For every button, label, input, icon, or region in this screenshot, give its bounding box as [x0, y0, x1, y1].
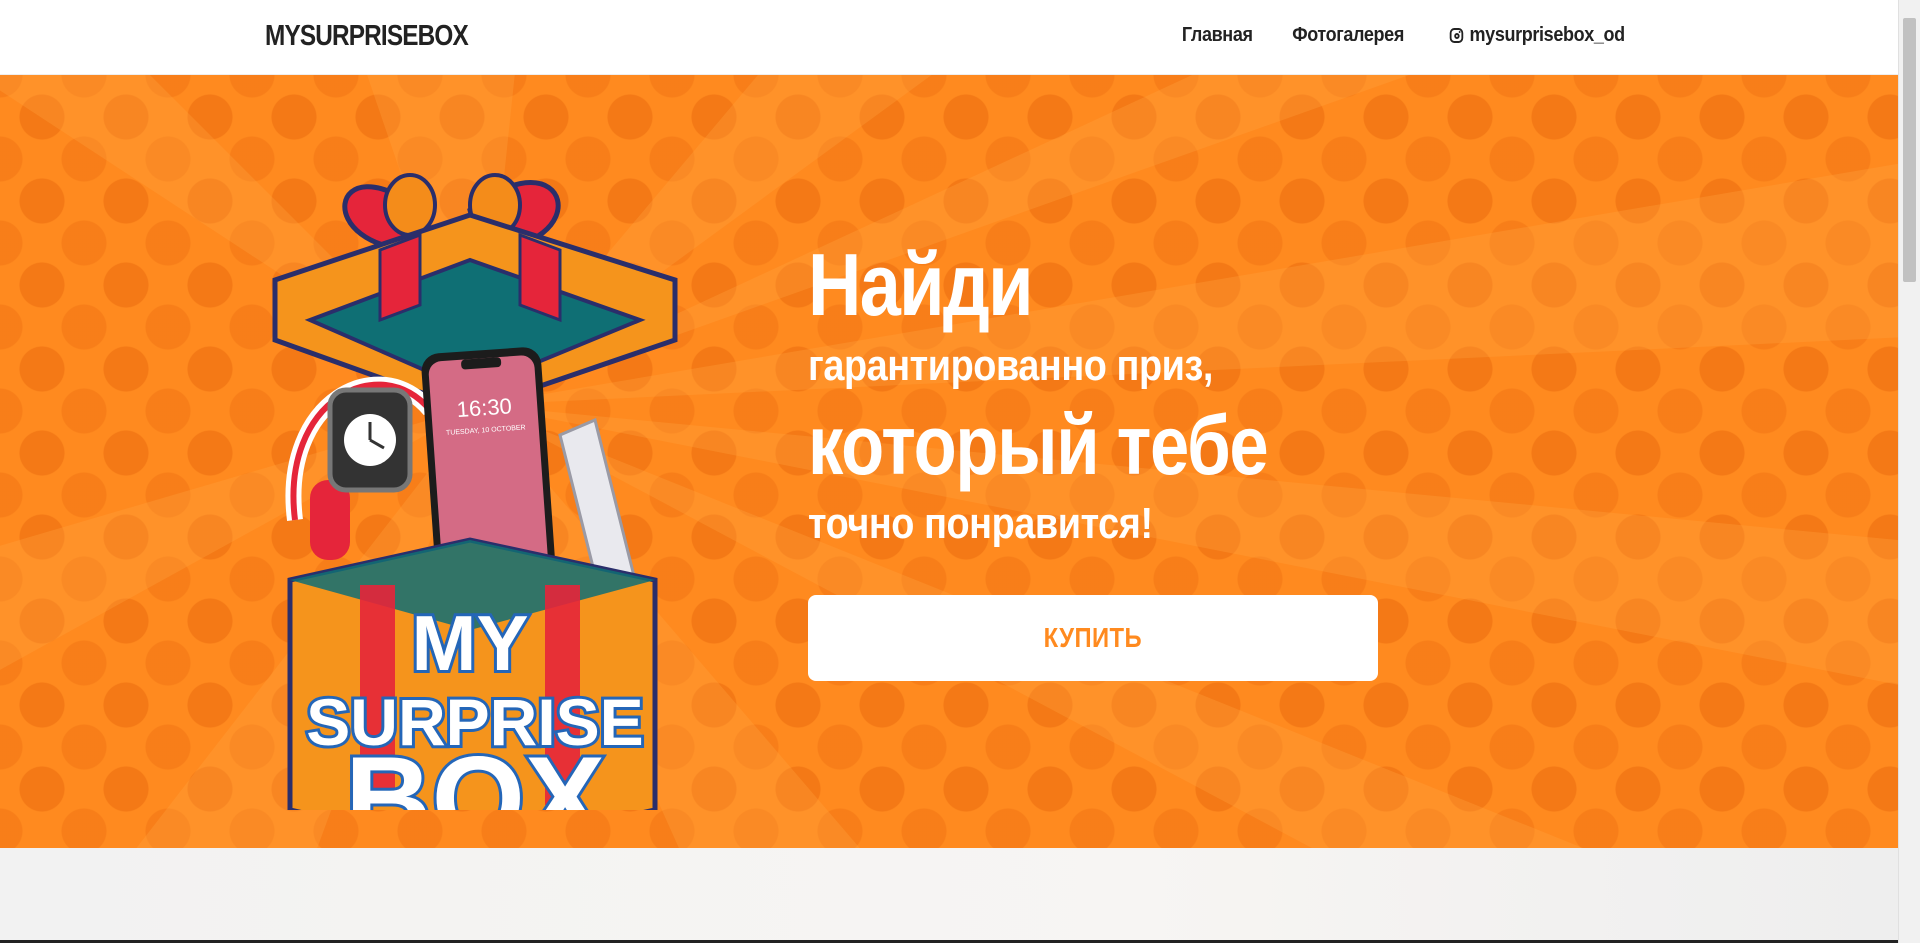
hero-headline: Найди гарантированно приз, который тебе … — [808, 235, 1355, 555]
gift-box-illustration: 16:30 TUESDAY, 10 OCTOBER MY SURPRISE BO… — [272, 173, 678, 810]
brand-logo[interactable]: MYSURPRISEBOX — [265, 20, 469, 53]
headline-line-1: Найди — [808, 235, 1034, 334]
page-scrollbar[interactable] — [1898, 0, 1920, 943]
headline-line-2: гарантированно приз, — [808, 341, 1213, 390]
buy-button-label: КУПИТЬ — [1043, 622, 1143, 653]
next-section-preview — [0, 848, 1899, 943]
phone-time: 16:30 — [456, 393, 513, 422]
instagram-icon — [1450, 28, 1464, 43]
logo-box: BOX — [345, 732, 605, 810]
headline-line-4: точно понравится! — [808, 499, 1153, 548]
nav-instagram-link[interactable]: mysurprisebox_od — [1450, 24, 1626, 47]
hero-section: 16:30 TUESDAY, 10 OCTOBER MY SURPRISE BO… — [0, 75, 1899, 848]
top-navbar: MYSURPRISEBOX Главная Фотогалерея mysurp… — [0, 0, 1899, 75]
instagram-handle: mysurprisebox_od — [1469, 24, 1626, 46]
main-nav: Главная Фотогалерея mysurprisebox_od — [1178, 24, 1635, 47]
headline-line-3: который тебе — [808, 398, 1269, 492]
nav-gallery-link[interactable]: Фотогалерея — [1292, 24, 1404, 47]
nav-home-link[interactable]: Главная — [1182, 24, 1253, 47]
scrollbar-thumb[interactable] — [1903, 18, 1916, 282]
logo-my: MY — [412, 599, 529, 687]
buy-button[interactable]: КУПИТЬ — [808, 595, 1378, 681]
